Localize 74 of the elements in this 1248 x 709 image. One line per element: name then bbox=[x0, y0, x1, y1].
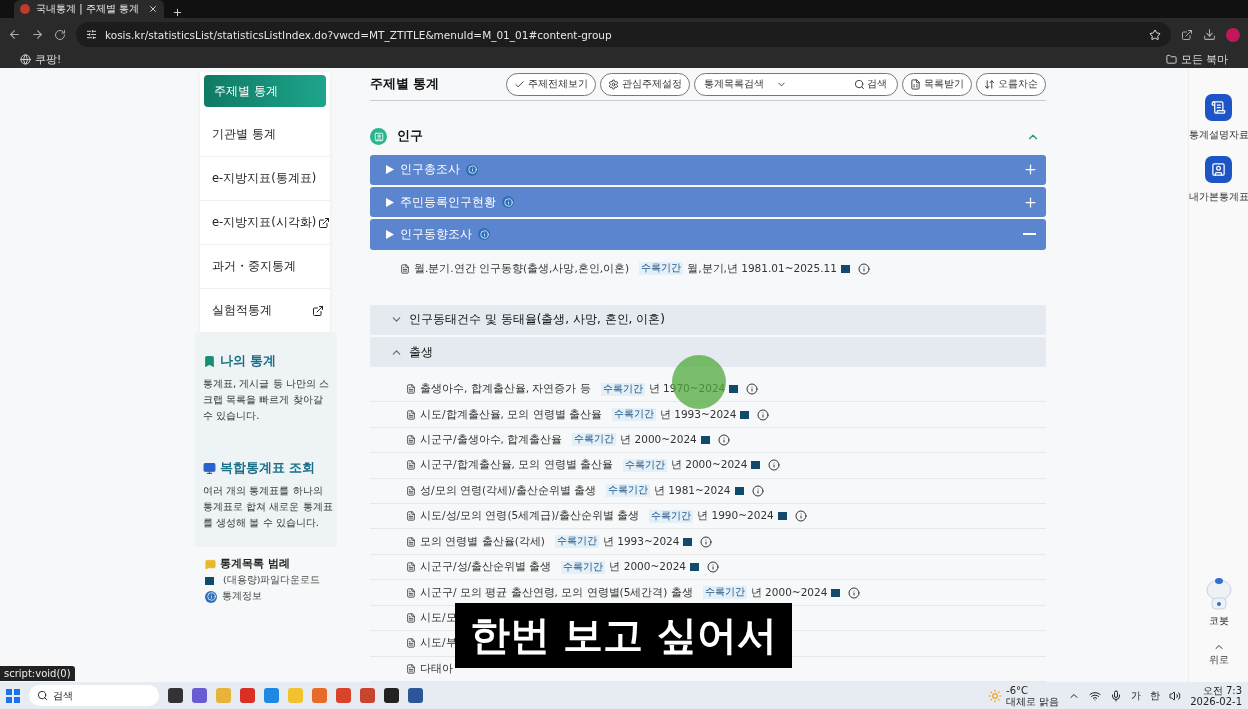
statistics-link[interactable]: 시군구/ 모의 평균 출산연령, 모의 연령별(5세간격) 출생 bbox=[420, 585, 693, 600]
clock[interactable]: 오전 7:3 2026-02-1 bbox=[1190, 684, 1242, 707]
promo-text: 여러 개의 통계표를 하나의 통계표로 합쳐 새로운 통계표를 생성해 볼 수 있습니다. bbox=[203, 484, 333, 530]
group-header[interactable]: 인구동향조사 bbox=[370, 219, 1046, 250]
category-title: 인구 bbox=[397, 128, 424, 146]
statistics-link[interactable]: 시도/합계출산율, 모의 연령별 출산율 bbox=[420, 407, 602, 422]
address-bar[interactable]: kosis.kr/statisticsList/statisticsListIndex.do?vwcd=MT_ZTITLE&menuId=M_01_01#content-group bbox=[76, 22, 1171, 47]
promo-text: 통계표, 게시글 등 나만의 스크랩 목록을 빠르게 찾아갈 수 있습니다. bbox=[203, 377, 330, 423]
bookmark-folder[interactable]: 모든 북마 bbox=[1165, 52, 1228, 67]
group-header[interactable]: 주민등록인구현황 bbox=[370, 186, 1046, 218]
sidebar-menu-item[interactable]: 기관별 통계 bbox=[200, 113, 330, 157]
period-text: 년 1993~2024 bbox=[659, 407, 737, 422]
browser-tab[interactable]: 국내통계 | 주제별 통계 bbox=[14, 0, 164, 18]
subgroup-header[interactable]: 출생 bbox=[370, 336, 1046, 368]
period-text: 월,분기,년 1981.01~2025.11 bbox=[687, 261, 837, 276]
promo-title[interactable]: 나의 통계 bbox=[203, 353, 333, 370]
statistics-link[interactable]: 모의 연령별 출산율(각세) bbox=[420, 534, 545, 549]
rail-label[interactable]: 내가본통계표 bbox=[1188, 190, 1248, 204]
statistics-link[interactable]: 시도/부 bbox=[420, 636, 457, 651]
statistics-link[interactable]: 시도/모 bbox=[420, 610, 457, 625]
weather-widget[interactable]: -6°C 대체로 맑음 bbox=[988, 684, 1060, 707]
bookmark[interactable]: 쿠팡! bbox=[20, 52, 62, 67]
legend-item: (대용량)파일다운로드 bbox=[205, 574, 337, 587]
period-tag: 수록기간 bbox=[561, 560, 606, 574]
toolbar-button[interactable]: 목록받기 bbox=[902, 72, 972, 96]
input-method-indicator[interactable]: 한 bbox=[1150, 688, 1161, 703]
sidebar-menu-item[interactable]: e-지방지표(시각화) bbox=[200, 201, 330, 245]
period-tag: 수록기간 bbox=[572, 433, 617, 447]
period-tag: 수록기간 bbox=[554, 535, 599, 549]
status-url: script:void(0) bbox=[0, 666, 75, 681]
statistics-link[interactable]: 월.분기.연간 인구동향(출생,사망,혼인,이혼) bbox=[414, 261, 630, 276]
input-method-indicator[interactable]: 가 bbox=[1131, 688, 1142, 703]
statistics-link[interactable]: 시군구/성/출산순위별 출생 bbox=[420, 560, 552, 575]
promo-title[interactable]: 복합통계표 조회 bbox=[203, 460, 333, 477]
rail-label: 코봇 bbox=[1208, 614, 1229, 628]
period-tag: 수록기간 bbox=[611, 408, 656, 422]
toolbar-button[interactable]: 오름차순 bbox=[976, 72, 1046, 96]
sidebar-menu-item[interactable]: 주제별 통계 bbox=[204, 75, 326, 107]
statistics-link[interactable]: 성/모의 연령(각세)/출산순위별 출생 bbox=[420, 483, 596, 498]
sidebar-menu-item[interactable]: 과거・중지통계 bbox=[200, 245, 330, 289]
search-button[interactable]: 검색 bbox=[848, 76, 893, 92]
period-text: 년 1990~2024 bbox=[697, 509, 774, 524]
subgroup-header[interactable]: 인구동태건수 및 동태율(출생, 사망, 혼인, 이혼) bbox=[370, 304, 1046, 335]
period-text: 년 2000~2024 bbox=[750, 585, 828, 600]
period-tag: 수록기간 bbox=[702, 586, 747, 599]
period-text: 년 1993~2024 bbox=[602, 534, 680, 549]
statistics-link[interactable]: 시도/성/모의 연령(5세계급)/출산순위별 출생 bbox=[420, 509, 640, 524]
rail-label[interactable]: 통계설명자료 bbox=[1188, 128, 1248, 142]
statistics-link[interactable]: 다태아 bbox=[420, 661, 453, 676]
period-text: 년 1981~2024 bbox=[653, 483, 731, 498]
search-select[interactable]: 통계목록검색 bbox=[704, 77, 787, 91]
statistics-link[interactable]: 출생아수, 합계출산율, 자연증가 등 bbox=[420, 382, 591, 397]
legend-title: 통계목록 범례 bbox=[205, 557, 337, 571]
search-field[interactable]: 통계목록검색 검색 bbox=[694, 72, 898, 96]
toolbar-button[interactable]: 관심주제설정 bbox=[600, 72, 690, 96]
statistics-link[interactable]: 시군구/출생아수, 합계출산율 bbox=[420, 433, 563, 447]
period-tag: 수록기간 bbox=[600, 382, 645, 396]
sidebar-menu-item[interactable]: e-지방지표(통계표) bbox=[200, 157, 330, 201]
taskbar-search[interactable]: 검색 bbox=[29, 685, 159, 706]
period-text: 년 2000~2024 bbox=[609, 560, 686, 575]
period-text: 년 2000~2024 bbox=[620, 433, 697, 447]
page-title: 주제별 통계 bbox=[370, 75, 440, 93]
period-tag: 수록기간 bbox=[649, 509, 694, 523]
toolbar-button[interactable]: 주제전체보기 bbox=[506, 72, 596, 96]
statistics-link[interactable]: 시군구/합계출산율, 모의 연령별 출산율 bbox=[420, 458, 613, 473]
period-text: 년 2000~2024 bbox=[670, 458, 748, 473]
sidebar-menu-item[interactable]: 실험적통계 bbox=[200, 289, 330, 333]
period-tag: 수록기간 bbox=[605, 484, 650, 498]
scroll-top-button[interactable]: 위로 bbox=[1202, 640, 1235, 668]
period-tag: 수록기간 bbox=[622, 458, 667, 472]
video-caption: 한번 보고 싶어서 bbox=[455, 603, 792, 668]
group-header[interactable]: 인구총조사 bbox=[370, 154, 1046, 185]
legend-item: 통계정보 bbox=[205, 590, 337, 603]
period-tag: 수록기간 bbox=[639, 262, 684, 276]
